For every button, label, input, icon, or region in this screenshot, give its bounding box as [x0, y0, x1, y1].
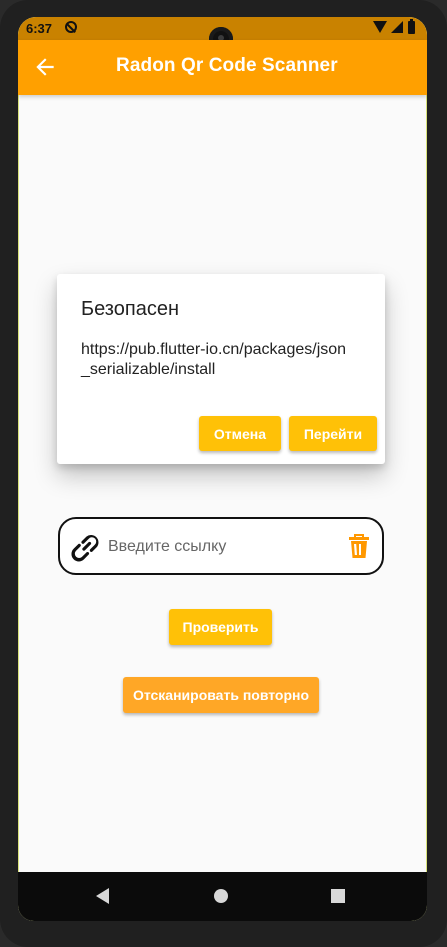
dialog-actions: Отмена Перейти	[199, 416, 377, 451]
nav-home-icon[interactable]	[214, 889, 228, 903]
signal-icon	[391, 21, 403, 33]
go-button[interactable]: Перейти	[289, 416, 377, 451]
trash-icon	[349, 534, 369, 558]
url-input[interactable]	[106, 532, 345, 562]
phone-device: 6:37 Radon Qr Code Scanner Безопасен htt…	[0, 0, 447, 947]
arrow-left-icon	[36, 58, 54, 76]
app-bar: Radon Qr Code Scanner	[18, 40, 427, 95]
dialog-title: Безопасен	[81, 298, 179, 320]
nav-overview-icon[interactable]	[331, 889, 345, 903]
cast-icon	[65, 21, 77, 33]
page-title: Radon Qr Code Scanner	[116, 55, 338, 76]
status-icons	[373, 19, 419, 35]
url-safety-dialog: Безопасен https://pub.flutter-io.cn/pack…	[57, 274, 385, 464]
app-screen: 6:37 Radon Qr Code Scanner Безопасен htt…	[18, 17, 427, 921]
status-bar: 6:37	[18, 17, 427, 51]
back-button[interactable]	[32, 54, 58, 80]
delete-button[interactable]	[348, 532, 370, 560]
dialog-url: https://pub.flutter-io.cn/packages/json_…	[81, 341, 347, 378]
status-time: 6:37	[26, 21, 53, 36]
url-input-container[interactable]	[58, 517, 384, 575]
battery-icon	[408, 19, 415, 34]
navigation-bar	[18, 872, 427, 921]
wifi-icon	[373, 21, 387, 33]
cancel-button[interactable]: Отмена	[199, 416, 281, 451]
link-icon	[66, 529, 104, 567]
nav-back-icon[interactable]	[96, 888, 109, 904]
rescan-button[interactable]: Отсканировать повторно	[123, 677, 319, 713]
check-button[interactable]: Проверить	[169, 609, 272, 645]
